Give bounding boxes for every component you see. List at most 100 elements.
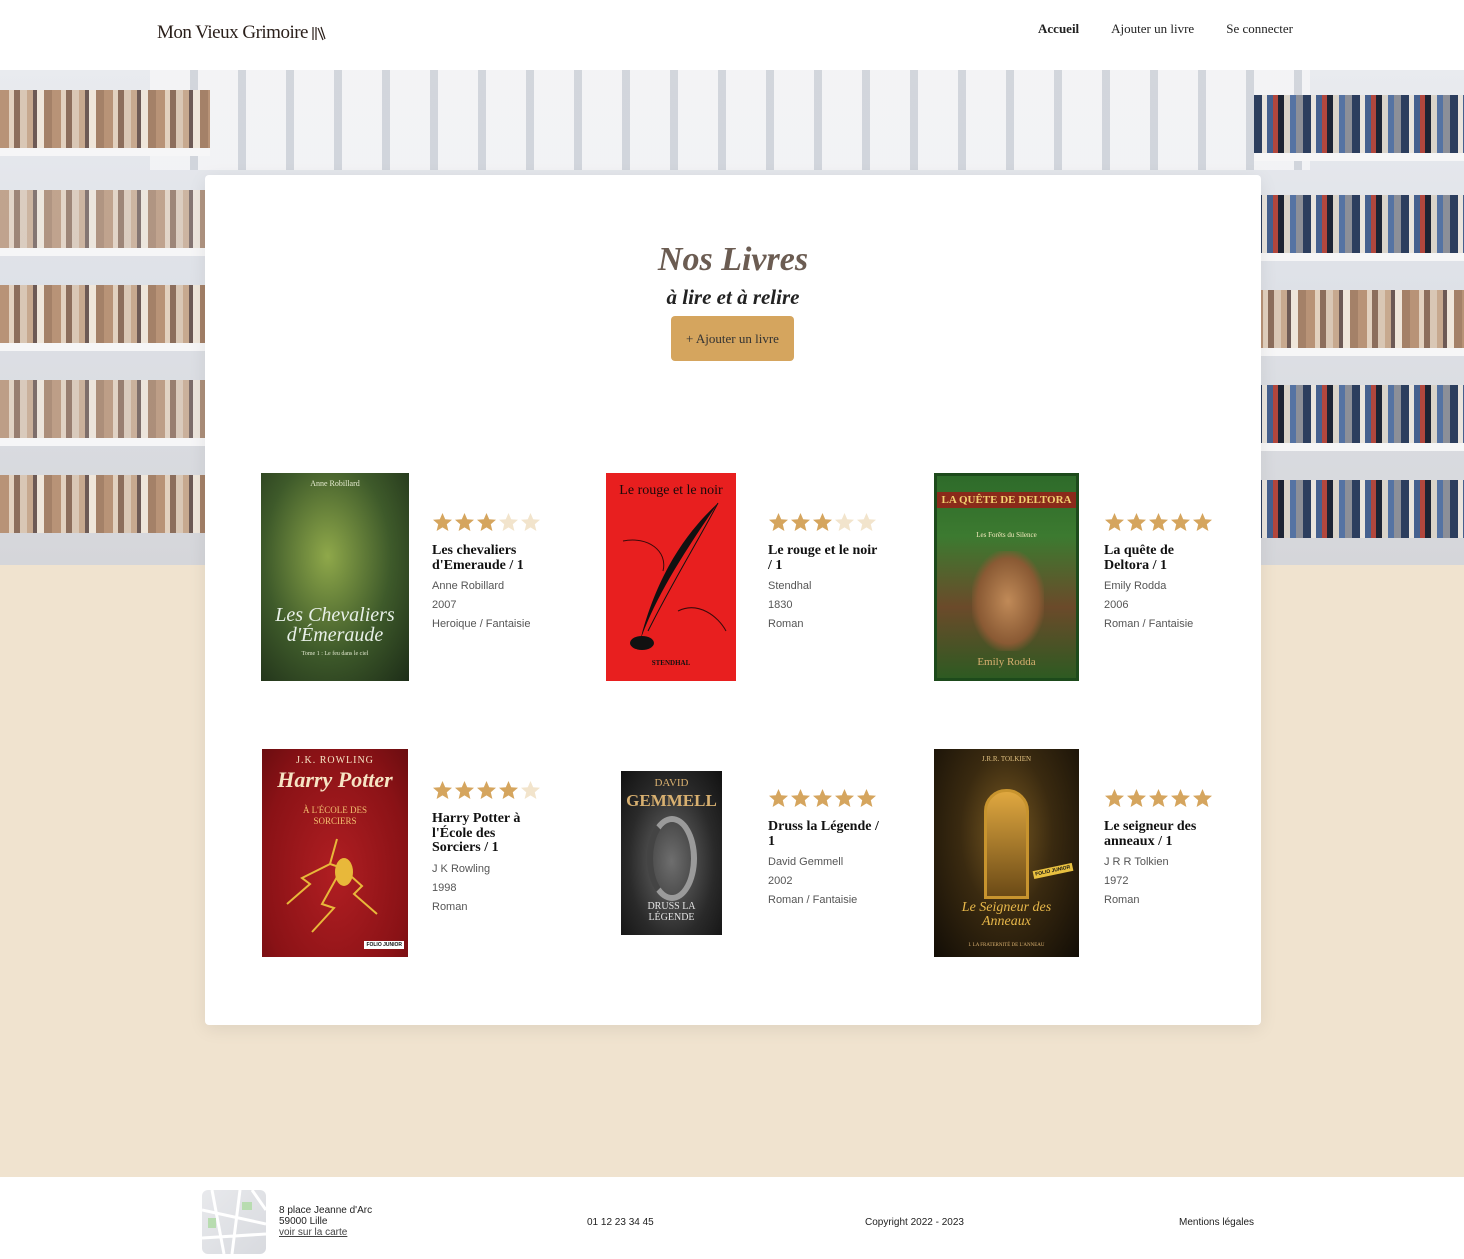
star-filled-icon [1171, 789, 1190, 807]
map-icon [202, 1190, 266, 1254]
star-filled-icon [857, 789, 876, 807]
star-filled-icon [1193, 513, 1212, 531]
book-cover[interactable]: J.R.R. TOLKIEN Le Seigneur des Anneaux I… [934, 749, 1079, 957]
page-subtitle: à lire et à relire [666, 285, 800, 309]
star-filled-icon [1171, 513, 1190, 531]
cover-illustration [972, 551, 1044, 651]
star-filled-icon [835, 789, 854, 807]
book-card[interactable]: LA QUÊTE DE DELTORA Les Forêts du Silenc… [934, 473, 1234, 683]
book-card[interactable]: J.K. ROWLING Harry Potter À L'ÉCOLE DES … [262, 749, 562, 959]
star-filled-icon [1149, 789, 1168, 807]
nav-accueil[interactable]: Accueil [1038, 21, 1079, 37]
book-genre: Roman / Fantaisie [1104, 618, 1194, 630]
nav-ajouter-livre[interactable]: Ajouter un livre [1111, 21, 1194, 37]
book-cover[interactable]: DAVID GEMMELL DRUSS LA LÉGENDE [621, 771, 722, 935]
book-card[interactable]: J.R.R. TOLKIEN Le Seigneur des Anneaux I… [934, 749, 1234, 959]
cover-subtitle: Tome 1 : Le feu dans le ciel [301, 651, 369, 657]
rating-stars [1104, 788, 1219, 810]
star-filled-icon [791, 789, 810, 807]
book-author: J K Rowling [432, 862, 491, 875]
map-link[interactable]: voir sur la carte [279, 1227, 347, 1238]
book-cover[interactable]: LA QUÊTE DE DELTORA Les Forêts du Silenc… [934, 473, 1079, 681]
book-card[interactable]: Le rouge et le noir STENDHAL Le rouge et… [606, 473, 906, 683]
star-filled-icon [433, 781, 452, 799]
book-author: Emily Rodda [1104, 580, 1167, 592]
cover-title: Harry Potter [277, 767, 393, 792]
book-title[interactable]: La quête de Deltora / 1 [1104, 543, 1219, 573]
book-info: Harry Potter à l'École des Sorciers / 1 … [432, 780, 547, 913]
footer-address: 8 place Jeanne d'Arc 59000 Lille voir su… [279, 1205, 372, 1238]
site-logo[interactable]: Mon Vieux Grimoire [157, 22, 326, 44]
main-nav: Accueil Ajouter un livre Se connecter [1038, 21, 1293, 37]
book-info: Le seigneur des anneaux / 1 J R R Tolkie… [1104, 788, 1219, 906]
map-thumbnail[interactable] [202, 1190, 266, 1254]
feather-quill-icon [622, 502, 727, 650]
star-filled-icon [477, 781, 496, 799]
star-filled-icon [769, 513, 788, 531]
hero-ceiling [150, 70, 1310, 170]
book-title[interactable]: Druss la Légende / 1 [768, 819, 883, 849]
book-title[interactable]: Le seigneur des anneaux / 1 [1104, 819, 1219, 849]
cover-title: Le Seigneur des Anneaux [961, 900, 1052, 929]
book-card[interactable]: DAVID GEMMELL DRUSS LA LÉGENDE Druss la … [606, 749, 906, 959]
axe-blade-icon [647, 816, 697, 901]
book-title[interactable]: Harry Potter à l'École des Sorciers / 1 [432, 811, 547, 856]
star-empty-icon [857, 513, 876, 531]
cover-title: Les Forêts du Silence [976, 531, 1037, 539]
star-filled-icon [455, 513, 474, 531]
book-cover[interactable]: Anne Robillard Les Chevaliers d'Émeraude… [261, 473, 409, 681]
rating-stars [768, 512, 883, 534]
nav-se-connecter[interactable]: Se connecter [1226, 21, 1293, 37]
star-filled-icon [1127, 513, 1146, 531]
star-filled-icon [1149, 513, 1168, 531]
star-filled-icon [813, 789, 832, 807]
site-footer: 8 place Jeanne d'Arc 59000 Lille voir su… [0, 1177, 1464, 1259]
book-author: Anne Robillard [432, 580, 505, 592]
book-year: 1830 [768, 599, 793, 611]
doorway-illustration [984, 789, 1029, 899]
book-year: 2006 [1104, 599, 1129, 611]
star-filled-icon [1105, 789, 1124, 807]
star-filled-icon [433, 513, 452, 531]
book-author: Stendhal [768, 580, 812, 592]
star-empty-icon [521, 781, 540, 799]
book-author: David Gemmell [768, 856, 844, 868]
star-empty-icon [835, 513, 854, 531]
logo-text: Mon Vieux Grimoire [157, 22, 309, 43]
owl-lightning-icon [286, 838, 378, 933]
rating-stars [432, 780, 547, 802]
book-cover[interactable]: Le rouge et le noir STENDHAL [606, 473, 736, 681]
book-title[interactable]: Le rouge et le noir / 1 [768, 543, 883, 573]
book-genre: Roman [1104, 894, 1140, 906]
rating-stars [768, 788, 883, 810]
book-cover[interactable]: J.K. ROWLING Harry Potter À L'ÉCOLE DES … [262, 749, 408, 957]
book-title[interactable]: Les chevaliers d'Emeraude / 1 [432, 543, 547, 573]
book-card[interactable]: Anne Robillard Les Chevaliers d'Émeraude… [261, 473, 561, 683]
footer-phone: 01 12 23 34 45 [587, 1217, 654, 1228]
folio-junior-badge: FOLIO JUNIOR [1033, 862, 1074, 880]
folio-junior-badge: FOLIO JUNIOR [364, 941, 404, 949]
book-year: 2002 [768, 875, 793, 887]
book-info: La quête de Deltora / 1 Emily Rodda 2006… [1104, 512, 1219, 630]
star-filled-icon [1105, 513, 1124, 531]
legal-link[interactable]: Mentions légales [1179, 1217, 1254, 1228]
star-filled-icon [1193, 789, 1212, 807]
cover-author: Anne Robillard [310, 479, 360, 488]
rating-stars [432, 512, 547, 534]
book-genre: Roman [432, 900, 468, 913]
books-logo-icon [312, 26, 326, 41]
books-card: Nos Livres à lire et à relire + Ajouter … [205, 175, 1261, 1025]
cover-author: Emily Rodda [977, 656, 1036, 668]
book-genre: Heroique / Fantaisie [432, 618, 531, 630]
cover-title: Les Chevaliers d'Émeraude [275, 604, 395, 646]
star-filled-icon [477, 513, 496, 531]
cover-subtitle: À L'ÉCOLE DES SORCIERS [302, 805, 368, 826]
star-filled-icon [791, 513, 810, 531]
star-filled-icon [813, 513, 832, 531]
hero-shelf-left [0, 70, 210, 565]
footer-copyright: Copyright 2022 - 2023 [865, 1217, 964, 1228]
star-empty-icon [499, 513, 518, 531]
add-book-button[interactable]: + Ajouter un livre [671, 316, 794, 361]
book-author: J R R Tolkien [1104, 856, 1169, 868]
cover-series: LA QUÊTE DE DELTORA [937, 492, 1076, 508]
